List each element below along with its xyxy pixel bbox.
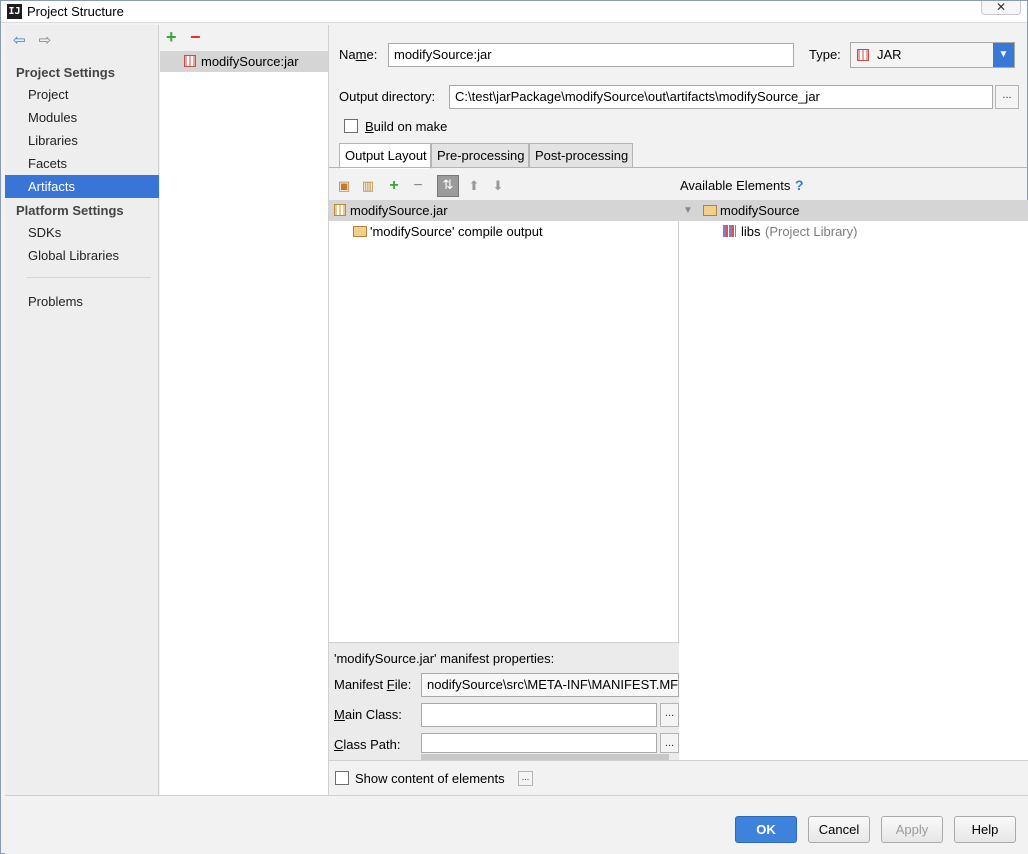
- platform-settings-header: Platform Settings: [16, 203, 124, 218]
- library-name: libs: [741, 224, 761, 239]
- available-elements-label: Available Elements: [680, 178, 791, 193]
- remove-artifact-icon[interactable]: −: [190, 27, 201, 47]
- create-archive-icon[interactable]: ▥: [359, 177, 377, 195]
- artifact-list-panel: + − modifySource:jar: [160, 25, 329, 795]
- move-down-icon[interactable]: ⬇: [489, 177, 507, 195]
- ok-button[interactable]: OK: [735, 816, 797, 843]
- sidebar-item-libraries[interactable]: Libraries: [5, 129, 159, 152]
- close-window-button[interactable]: ✕: [981, 1, 1021, 15]
- folder-icon: [353, 226, 367, 237]
- show-content-options-button[interactable]: ...: [518, 771, 533, 786]
- artifact-config-panel: Name: modifySource:jar Type: JAR ▼ Outpu…: [329, 25, 1028, 795]
- class-path-input[interactable]: [421, 733, 657, 753]
- sidebar-item-sdks[interactable]: SDKs: [5, 221, 159, 244]
- output-layout-tree: modifySource.jar 'modifySource' compile …: [329, 200, 679, 642]
- cancel-button[interactable]: Cancel: [808, 816, 870, 843]
- main-class-label: Main Class:: [334, 707, 402, 722]
- tree-row-label: modifySource: [720, 203, 800, 218]
- artifact-list-item[interactable]: modifySource:jar: [160, 51, 328, 72]
- manifest-properties-title: 'modifySource.jar' manifest properties:: [334, 651, 555, 666]
- tree-row-label: 'modifySource' compile output: [370, 224, 543, 239]
- sidebar-item-global-libraries[interactable]: Global Libraries: [5, 244, 159, 267]
- apply-button[interactable]: Apply: [881, 816, 943, 843]
- output-directory-input[interactable]: C:\test\jarPackage\modifySource\out\arti…: [449, 85, 993, 109]
- tree-row-library[interactable]: libs (Project Library): [679, 221, 1028, 242]
- tree-row-root[interactable]: modifySource.jar: [329, 200, 679, 221]
- library-suffix: (Project Library): [765, 224, 858, 239]
- project-structure-window: IJ Project Structure ✕ ⇦ ⇨ Project Setti…: [0, 0, 1028, 854]
- intellij-app-icon: IJ: [7, 4, 22, 19]
- sidebar-item-problems[interactable]: Problems: [5, 290, 159, 313]
- manifest-file-label: Manifest File:: [334, 677, 412, 692]
- sidebar-item-modules[interactable]: Modules: [5, 106, 159, 129]
- settings-sidebar: ⇦ ⇨ Project Settings Project Modules Lib…: [5, 25, 159, 795]
- chevron-down-icon: ▼: [993, 43, 1014, 67]
- output-layout-toolbar: ▣ ▥ + − ⇅ ⬆ ⬇: [329, 173, 679, 199]
- browse-output-directory-button[interactable]: ...: [995, 85, 1019, 109]
- artifact-name-label: modifySource:jar: [201, 54, 299, 69]
- back-arrow-icon[interactable]: ⇦: [13, 33, 31, 49]
- manifest-properties-panel: 'modifySource.jar' manifest properties: …: [329, 642, 679, 760]
- project-settings-header: Project Settings: [16, 65, 115, 80]
- show-content-label: Show content of elements: [355, 771, 505, 786]
- remove-element-icon[interactable]: −: [409, 177, 427, 195]
- add-element-icon[interactable]: +: [385, 177, 403, 195]
- type-label: Type:: [809, 47, 841, 62]
- browse-main-class-button[interactable]: ...: [660, 703, 679, 727]
- manifest-file-input[interactable]: nodifySource\src\META-INF\MANIFEST.MF: [421, 673, 679, 697]
- type-select-value: JAR: [877, 47, 902, 62]
- archive-icon: [334, 204, 346, 216]
- tree-row-module[interactable]: ▼ modifySource: [679, 200, 1028, 221]
- class-path-label: Class Path:: [334, 737, 401, 752]
- sidebar-item-facets[interactable]: Facets: [5, 152, 159, 175]
- forward-arrow-icon[interactable]: ⇨: [39, 33, 57, 49]
- jar-icon: [857, 49, 869, 61]
- tab-post-processing[interactable]: Post-processing: [529, 143, 633, 168]
- help-button[interactable]: Help: [954, 816, 1016, 843]
- dialog-footer: OK Cancel Apply Help: [5, 795, 1028, 854]
- help-icon[interactable]: ?: [795, 177, 804, 193]
- name-label: Name:: [339, 47, 378, 62]
- tab-divider: [329, 167, 1028, 168]
- artifact-name-input[interactable]: modifySource:jar: [388, 43, 794, 67]
- main-class-input[interactable]: [421, 703, 657, 727]
- sidebar-item-artifacts[interactable]: Artifacts: [5, 175, 159, 198]
- output-directory-label: Output directory:: [339, 89, 436, 104]
- artifact-list-toolbar: + −: [160, 25, 328, 51]
- sort-elements-icon[interactable]: ⇅: [437, 175, 459, 197]
- tree-row-label: modifySource.jar: [350, 203, 448, 218]
- library-icon: [723, 225, 736, 237]
- expand-arrow-icon[interactable]: ▼: [683, 200, 693, 221]
- module-folder-icon: [703, 205, 717, 216]
- build-on-make-checkbox[interactable]: [344, 119, 358, 133]
- tab-pre-processing[interactable]: Pre-processing: [431, 143, 529, 168]
- sidebar-divider: [27, 277, 151, 278]
- move-up-icon[interactable]: ⬆: [465, 177, 483, 195]
- artifact-type-select[interactable]: JAR ▼: [850, 42, 1015, 68]
- window-title: Project Structure: [27, 4, 124, 19]
- show-content-checkbox[interactable]: [335, 771, 349, 785]
- build-on-make-label: Build on make: [365, 119, 448, 134]
- sidebar-item-project[interactable]: Project: [5, 83, 159, 106]
- show-content-bar: Show content of elements ...: [329, 760, 1028, 795]
- jar-icon: [184, 55, 196, 67]
- browse-class-path-button[interactable]: ...: [660, 733, 679, 753]
- tab-output-layout[interactable]: Output Layout: [339, 143, 431, 169]
- available-elements-tree: ▼ modifySource libs (Project Library): [679, 200, 1028, 760]
- add-artifact-icon[interactable]: +: [166, 27, 177, 47]
- title-bar: IJ Project Structure ✕: [1, 1, 1027, 23]
- create-directory-icon[interactable]: ▣: [335, 177, 353, 195]
- history-navigation: ⇦ ⇨: [13, 33, 61, 49]
- tree-row-child[interactable]: 'modifySource' compile output: [329, 221, 679, 242]
